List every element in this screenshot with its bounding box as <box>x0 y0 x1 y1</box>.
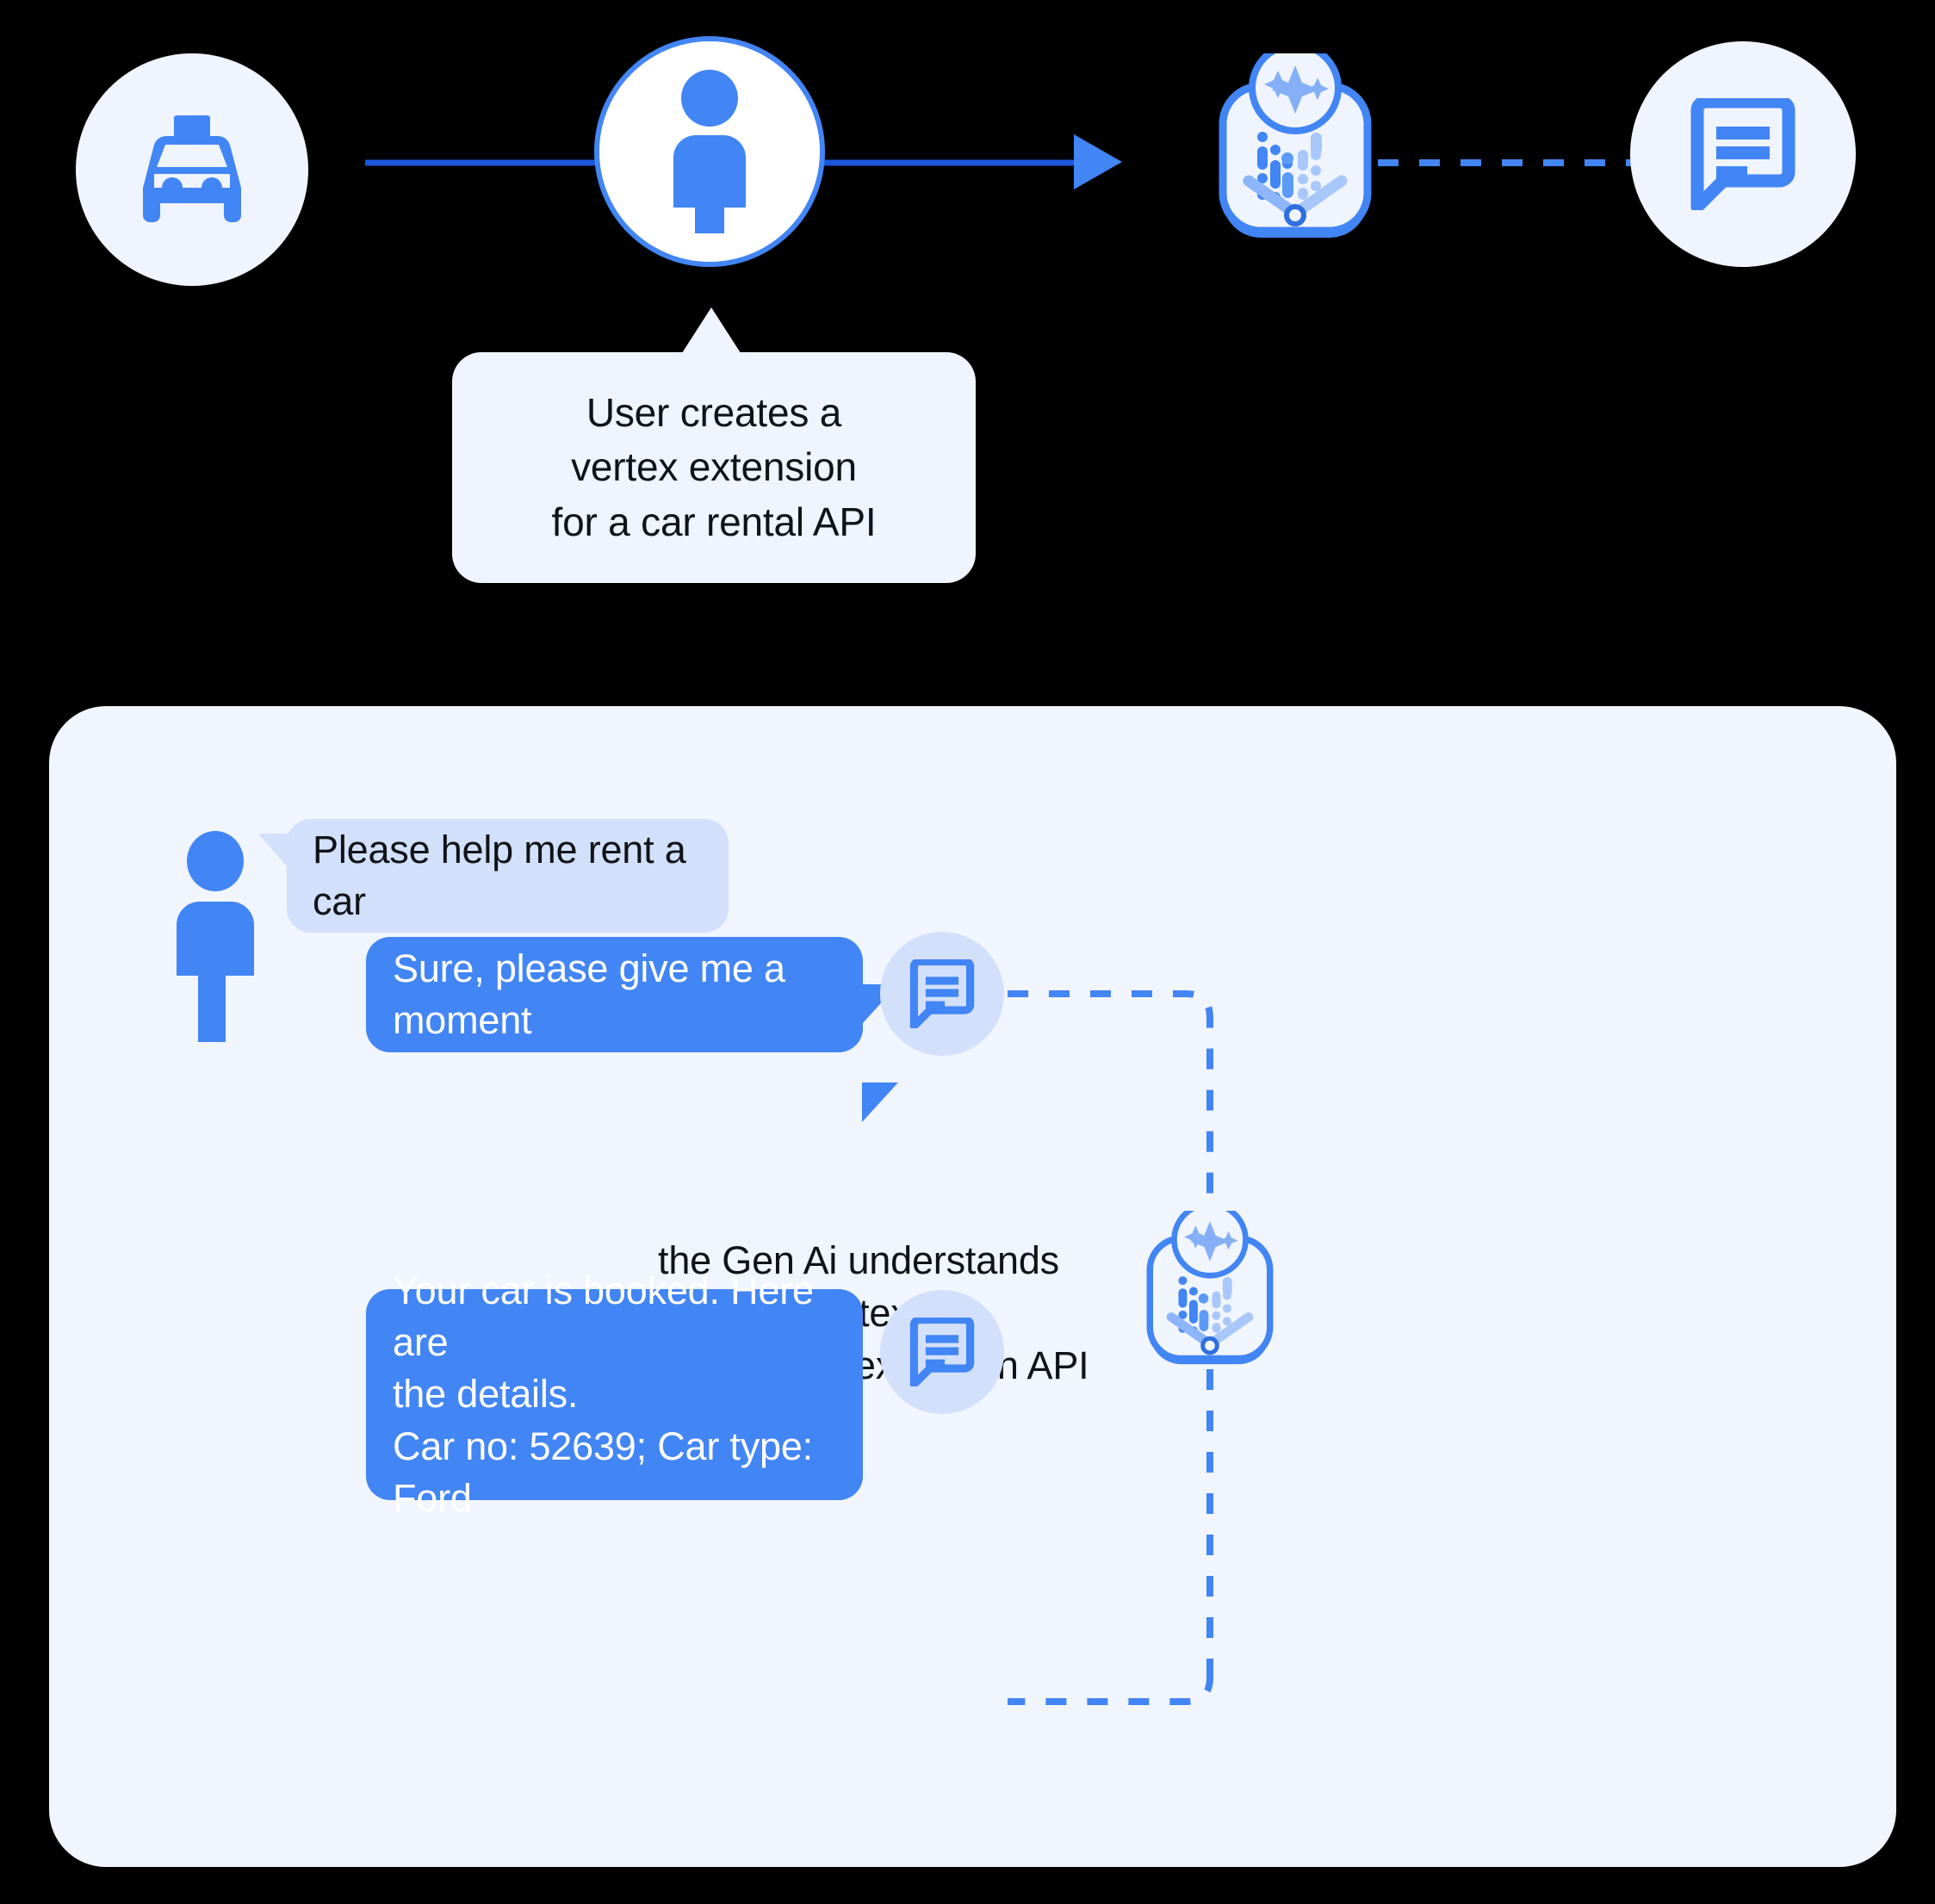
person-icon <box>673 70 746 233</box>
assistant-avatar-1[interactable] <box>880 932 1004 1056</box>
chat-message-user: Please help me rent a car <box>287 819 729 933</box>
chat-bubble-icon <box>909 959 975 1028</box>
chat-bubble-icon <box>909 1318 975 1386</box>
flow-node-user[interactable] <box>594 36 825 267</box>
chat-message-assistant-1-text: Sure, please give me a moment <box>393 946 785 1042</box>
flow-arrowhead-icon <box>1074 134 1122 189</box>
taxi-icon <box>143 115 241 222</box>
vertex-ai-extension-icon <box>1219 41 1372 238</box>
chat-panel: Please help me rent a car Sure, please g… <box>49 706 1896 1867</box>
callout-text: User creates a vertex extension for a ca… <box>551 389 877 544</box>
chat-participant-person-icon <box>177 831 254 1042</box>
flow-node-vertex-extension[interactable] <box>1209 41 1381 251</box>
chat-vertex-extension-node[interactable] <box>1138 1200 1281 1376</box>
chat-message-assistant-2: Your car is booked. Here are the details… <box>366 1268 863 1520</box>
callout-bubble: User creates a vertex extension for a ca… <box>452 352 976 583</box>
chat-message-assistant-2-text: Your car is booked. Here are the details… <box>393 1268 814 1520</box>
assistant-avatar-2[interactable] <box>880 1290 1004 1414</box>
vertex-ai-extension-icon <box>1146 1200 1274 1365</box>
callout-tail <box>680 307 742 356</box>
flow-node-chat[interactable] <box>1630 41 1856 267</box>
chat-message-assistant-1: Sure, please give me a moment <box>366 937 863 1052</box>
assistant-bubble-2-tail <box>862 1082 898 1122</box>
flow-node-taxi[interactable] <box>76 53 308 286</box>
chat-bubble-icon <box>1690 98 1795 210</box>
flow-connector-dashed <box>1378 159 1645 166</box>
chat-message-user-text: Please help me rent a car <box>313 827 686 923</box>
